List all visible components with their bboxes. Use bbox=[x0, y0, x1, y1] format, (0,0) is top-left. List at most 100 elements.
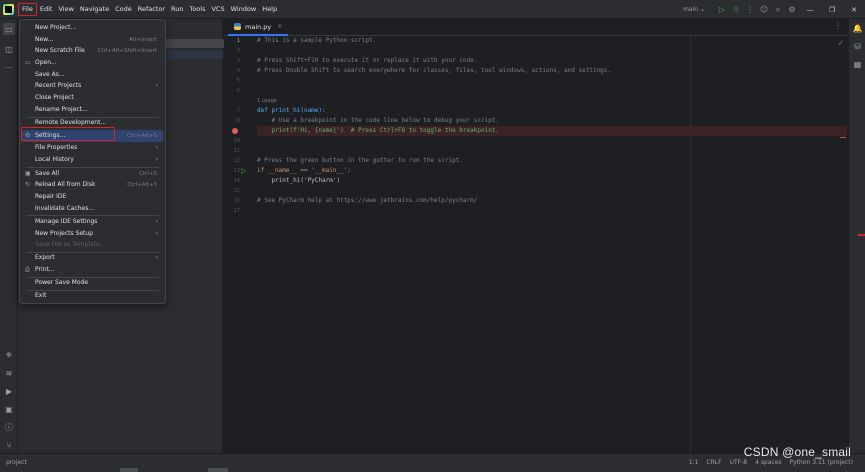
usage-hint[interactable]: 1 usage bbox=[257, 96, 847, 106]
scrollbar-thumb[interactable] bbox=[120, 468, 138, 472]
breakpoint-icon[interactable] bbox=[232, 128, 238, 134]
problems-icon[interactable]: ⓘ bbox=[3, 421, 15, 433]
tab-options-icon[interactable]: ⋮ bbox=[834, 21, 842, 30]
structure-icon[interactable]: ◫ bbox=[3, 43, 15, 55]
menu-item-save-all[interactable]: ▣ Save All Ctrl+S bbox=[22, 168, 163, 180]
restore-button[interactable]: ❐ bbox=[821, 0, 843, 19]
menu-item-remote-development[interactable]: Remote Development... bbox=[22, 117, 163, 129]
code-line: # This is a sample Python script. bbox=[257, 37, 377, 44]
menu-item-local-history[interactable]: Local History › bbox=[22, 154, 163, 166]
menu-edit[interactable]: Edit bbox=[37, 3, 56, 16]
menu-tools[interactable]: Tools bbox=[186, 3, 208, 16]
menu-view[interactable]: View bbox=[55, 3, 76, 16]
menu-item-file-properties[interactable]: File Properties › bbox=[22, 142, 163, 154]
menu-run[interactable]: Run bbox=[168, 3, 186, 16]
code-line-breakpoint: print(f'Hi, {name}') # Press Ctrl+F8 to … bbox=[257, 126, 847, 136]
menu-item-manage-ide-settings[interactable]: Manage IDE Settings › bbox=[22, 216, 163, 228]
scrollbar-thumb[interactable] bbox=[208, 468, 228, 472]
close-button[interactable]: ✕ bbox=[843, 0, 865, 19]
status-project[interactable]: project bbox=[6, 459, 27, 466]
status-indent[interactable]: 4 spaces bbox=[755, 459, 781, 466]
menu-item-save-as[interactable]: Save As... bbox=[22, 69, 163, 81]
annotation-marker bbox=[858, 234, 865, 236]
status-caret-position[interactable]: 1:1 bbox=[689, 459, 699, 466]
menu-item-print[interactable]: ⎙ Print... bbox=[22, 264, 163, 276]
project-folder-icon[interactable]: ▭ bbox=[3, 23, 15, 35]
menu-help[interactable]: Help bbox=[259, 3, 280, 16]
menu-item-label: Rename Project... bbox=[35, 106, 88, 114]
menu-code[interactable]: Code bbox=[112, 3, 135, 16]
menu-item-shortcut: Ctrl+Alt+Y bbox=[127, 181, 157, 188]
run-gutter-icon[interactable]: ▷ bbox=[241, 166, 246, 176]
status-line-separator[interactable]: CRLF bbox=[706, 459, 721, 466]
pycharm-logo-icon bbox=[3, 4, 14, 15]
git-icon[interactable]: ⑂ bbox=[3, 439, 15, 451]
menu-item-label: Save As... bbox=[35, 71, 65, 79]
menu-item-label: New... bbox=[35, 36, 54, 44]
menu-item-shortcut: Ctrl+S bbox=[139, 170, 157, 177]
menu-item-new-projects-setup[interactable]: New Projects Setup › bbox=[22, 228, 163, 240]
toolbar-right: main ⌄ ▷ ☼ ⋮ ☺ ⌕ ⚙ — ❐ ✕ bbox=[683, 0, 865, 19]
folder-icon: ▭ bbox=[25, 59, 31, 67]
menu-item-new[interactable]: New... Alt+Insert bbox=[22, 34, 163, 46]
line-number: 15 bbox=[233, 188, 240, 194]
python-file-icon bbox=[234, 23, 241, 30]
tab-close-icon[interactable]: × bbox=[277, 23, 282, 30]
line-number: 13 bbox=[233, 168, 240, 174]
menu-item-exit[interactable]: Exit bbox=[22, 290, 163, 302]
terminal-icon[interactable]: ▣ bbox=[3, 403, 15, 415]
python-packages-icon[interactable]: ⎈ bbox=[3, 349, 15, 361]
menu-file[interactable]: File bbox=[18, 3, 37, 16]
more-tools-icon[interactable]: ⋯ bbox=[3, 61, 15, 73]
settings-icon[interactable]: ⚙ bbox=[785, 0, 799, 19]
menu-item-label: Close Project bbox=[35, 94, 74, 102]
status-encoding[interactable]: UTF-8 bbox=[730, 459, 748, 466]
error-stripe-mark[interactable] bbox=[840, 137, 846, 138]
menu-item-recent-projects[interactable]: Recent Projects › bbox=[22, 80, 163, 92]
submenu-arrow-icon: › bbox=[155, 144, 158, 152]
menu-item-power-save-mode[interactable]: Power Save Mode bbox=[22, 277, 163, 289]
menu-item-new-scratch-file[interactable]: New Scratch File Ctrl+Alt+Shift+Insert bbox=[22, 45, 163, 57]
menu-refactor[interactable]: Refactor bbox=[135, 3, 168, 16]
status-interpreter[interactable]: Python 3.11 (project) bbox=[790, 459, 853, 466]
menu-item-rename-project[interactable]: Rename Project... bbox=[22, 104, 163, 116]
layers-icon[interactable]: ≋ bbox=[3, 367, 15, 379]
branch-selector[interactable]: main ⌄ bbox=[683, 6, 705, 13]
line-number: 12 bbox=[233, 158, 240, 164]
menu-item-open[interactable]: ▭ Open... bbox=[22, 57, 163, 69]
menu-item-label: Local History bbox=[35, 156, 74, 164]
menu-vcs[interactable]: VCS bbox=[208, 3, 227, 16]
database-icon[interactable]: ⛁ bbox=[852, 41, 863, 52]
menu-item-repair-ide[interactable]: Repair IDE bbox=[22, 191, 163, 203]
services-icon[interactable]: ▶ bbox=[3, 385, 15, 397]
submenu-arrow-icon: › bbox=[155, 156, 158, 164]
code-line: # See PyCharm help at https://www.jetbra… bbox=[257, 197, 478, 204]
menu-bar: File Edit View Navigate Code Refactor Ru… bbox=[18, 3, 280, 16]
menu-item-invalidate-caches[interactable]: Invalidate Caches... bbox=[22, 203, 163, 215]
search-icon[interactable]: ⌕ bbox=[771, 0, 785, 19]
debug-icon[interactable]: ☼ bbox=[729, 0, 743, 19]
more-icon[interactable]: ⋮ bbox=[743, 0, 757, 19]
sciview-icon[interactable]: ▦ bbox=[852, 59, 863, 70]
menu-item-settings[interactable]: ⚙ Settings... Ctrl+Alt+S bbox=[22, 130, 163, 142]
menu-item-new-project[interactable]: New Project... bbox=[22, 22, 163, 34]
tab-main-py[interactable]: main.py × bbox=[228, 19, 289, 36]
code-area[interactable]: # This is a sample Python script. # Pres… bbox=[257, 36, 847, 453]
editor: main.py × ⋮ ✓ 1 2 3 4 5 6 7 8 10 11 12 1… bbox=[224, 19, 848, 453]
status-bar: project 1:1 CRLF UTF-8 4 spaces Python 3… bbox=[0, 453, 865, 472]
menu-item-reload-all[interactable]: ↻ Reload All from Disk Ctrl+Alt+Y bbox=[22, 179, 163, 191]
file-menu-dropdown: New Project... New... Alt+Insert New Scra… bbox=[19, 19, 166, 304]
menu-item-export[interactable]: Export › bbox=[22, 252, 163, 264]
minimize-button[interactable]: — bbox=[799, 0, 821, 19]
menu-item-close-project[interactable]: Close Project bbox=[22, 92, 163, 104]
submenu-arrow-icon: › bbox=[155, 82, 158, 90]
user-icon[interactable]: ☺ bbox=[757, 0, 771, 19]
menu-item-label: Print... bbox=[35, 266, 55, 274]
notifications-icon[interactable]: 🔔 bbox=[852, 23, 863, 34]
menu-window[interactable]: Window bbox=[228, 3, 260, 16]
reload-icon: ↻ bbox=[25, 181, 31, 189]
menu-item-shortcut: Ctrl+Alt+S bbox=[127, 132, 157, 139]
save-icon: ▣ bbox=[25, 170, 31, 178]
menu-navigate[interactable]: Navigate bbox=[77, 3, 112, 16]
run-icon[interactable]: ▷ bbox=[715, 0, 729, 19]
